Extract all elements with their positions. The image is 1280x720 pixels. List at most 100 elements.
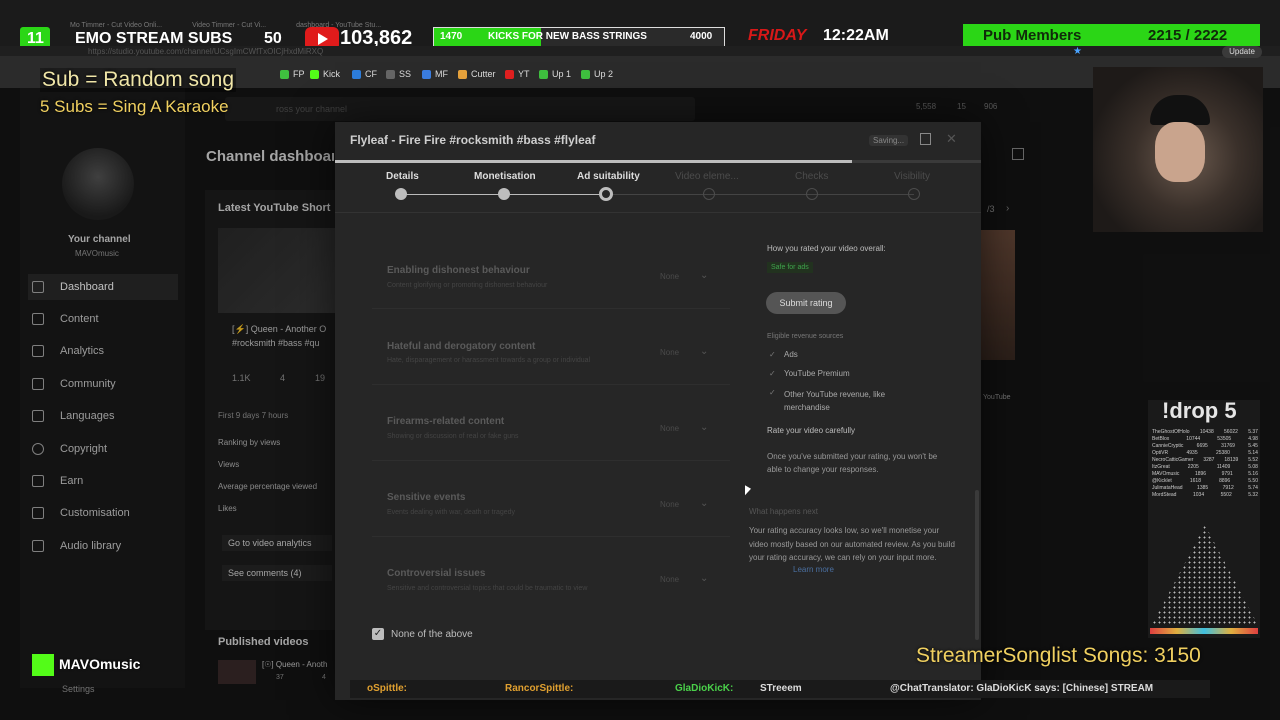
accordion-title: Sensitive events [387, 492, 466, 503]
ticker-item: STreeem [760, 683, 802, 694]
sub-karaoke: 5 Subs = Sing A Karaoke [40, 97, 229, 116]
up1-icon [539, 69, 548, 79]
rate-carefully-note: Once you've submitted your rating, you w… [767, 452, 938, 474]
ticker-item: @ChatTranslator: GlaDioKicK says: [Chine… [890, 683, 1154, 694]
accordion-value: None [660, 424, 680, 433]
bookmark-cf[interactable]: CF [352, 69, 377, 79]
leaderboard-row: MordStead 1034 5502 5.32 [1152, 492, 1258, 498]
chevron-down-icon[interactable]: ⌄ [700, 346, 708, 357]
clock: 12:22AM [823, 27, 889, 44]
songlist-counter: StreamerSonglist Songs: 3150 [916, 644, 1201, 667]
accordion-title: Firearms-related content [387, 416, 505, 427]
accordion-subtitle: Events dealing with war, death or traged… [387, 509, 516, 516]
step-details-label[interactable]: Details [386, 171, 419, 182]
accordion-title: Enabling dishonest behaviour [387, 265, 530, 276]
cutter-icon [458, 69, 467, 79]
accordion-value: None [660, 500, 680, 509]
leaderboard-row: JulimataHead 1385 7912 5.74 [1152, 485, 1258, 491]
webcam-person-face [1155, 122, 1205, 182]
step-video-elements-dot-icon[interactable] [703, 188, 715, 200]
leaderboard-row: TheGhostOfHolo 10438 56022 5.37 [1152, 429, 1258, 435]
step-checks-dot-icon[interactable] [806, 188, 818, 200]
safe-for-ads-badge: Safe for ads [767, 262, 813, 273]
modal-progress-fill [335, 160, 852, 163]
step-ad-suitability-label[interactable]: Ad suitability [577, 171, 640, 182]
modal-scrollbar[interactable] [975, 490, 979, 640]
modal-progress-bar [335, 160, 981, 163]
source-ads: Ads [784, 350, 798, 359]
none-above-checkbox[interactable]: ✓ [372, 628, 384, 640]
check-icon: ✓ [769, 369, 776, 378]
kicks-label: KICKS FOR NEW BASS STRINGS [488, 31, 647, 42]
pub-members-label: Pub Members [983, 27, 1082, 44]
step-checks-label[interactable]: Checks [795, 171, 828, 182]
source-other: Other YouTube revenue, like merchandise [784, 390, 886, 412]
day-label: FRIDAY [748, 27, 807, 44]
chevron-down-icon[interactable]: ⌄ [700, 270, 708, 281]
leaderboard-row: CannieCryptic 6695 31769 5.45 [1152, 443, 1258, 449]
drop-title: !drop 5 [1162, 398, 1237, 423]
leaderboard-row: MAVOmusic 1896 9791 5.16 [1152, 471, 1258, 477]
step-video-elements-label[interactable]: Video eleme... [675, 171, 739, 182]
accordion-title: Controversial issues [387, 568, 486, 579]
none-above-label[interactable]: None of the above [391, 629, 473, 640]
ss-icon [386, 69, 395, 79]
bookmark-fp[interactable]: FP [280, 69, 305, 79]
accordion-title: Hateful and derogatory content [387, 341, 536, 352]
bookmark-yt[interactable]: YT [505, 69, 530, 79]
streamer-name: MAVOmusic [59, 656, 141, 672]
source-premium: YouTube Premium [784, 369, 850, 378]
cf-icon [352, 69, 361, 79]
pub-members-count: 2215 / 2222 [1148, 27, 1228, 44]
plinko-buckets [1150, 628, 1258, 634]
step-ad-suitability-current-icon[interactable] [599, 187, 613, 201]
chevron-down-icon[interactable]: ⌄ [700, 422, 708, 433]
ticker-item: RancorSpittle: [505, 683, 574, 694]
bookmark-up1[interactable]: Up 1 [539, 69, 571, 79]
bookmark-mf[interactable]: MF [422, 69, 448, 79]
step-details-check-icon[interactable] [395, 188, 407, 200]
feedback-icon[interactable] [920, 133, 931, 145]
chat-ticker: oSpittle: RancorSpittle: GlaDioKicK: STr… [350, 680, 1210, 698]
address-url[interactable]: https://studio.youtube.com/channel/UCsgI… [88, 47, 323, 56]
leaderboard-row: BetBlox 10744 53505 4.98 [1152, 436, 1258, 442]
star-icon[interactable]: ★ [1073, 47, 1083, 57]
modal-title: Flyleaf - Fire Fire #rocksmith #bass #fl… [350, 133, 596, 147]
sub-random-song: Sub = Random song [40, 68, 237, 92]
ticker-item: GlaDioKicK: [675, 683, 734, 694]
bookmark-fp-icon [280, 69, 289, 79]
step-monetisation-label[interactable]: Monetisation [474, 171, 536, 182]
modal-divider [335, 212, 981, 213]
step-monetisation-check-icon[interactable] [498, 188, 510, 200]
bookmark-cutter[interactable]: Cutter [458, 69, 496, 79]
up2-icon [581, 69, 590, 79]
chevron-down-icon[interactable]: ⌄ [700, 573, 708, 584]
leaderboard-row: @Kicklet 1618 8896 5.50 [1152, 478, 1258, 484]
chevron-down-icon[interactable]: ⌄ [700, 498, 708, 509]
bookmark-ss[interactable]: SS [386, 69, 411, 79]
yt-icon [505, 69, 514, 79]
kick-icon [310, 69, 319, 79]
step-visibility-label[interactable]: Visibility [894, 171, 930, 182]
submit-rating-button[interactable]: Submit rating [766, 292, 846, 314]
accordion-value: None [660, 272, 680, 281]
leaderboard: TheGhostOfHolo 10438 56022 5.37 BetBlox 1074… [1152, 429, 1258, 499]
accordion-subtitle: Sensitive and controversial topics that … [387, 585, 588, 592]
close-icon[interactable]: ✕ [946, 131, 957, 147]
accordion-value: None [660, 348, 680, 357]
leaderboard-row: OptiVR 4935 25380 5.14 [1152, 450, 1258, 456]
step-visibility-dot-icon[interactable] [908, 188, 920, 200]
bookmark-kick[interactable]: Kick [310, 69, 340, 79]
browser-update-button[interactable]: Update [1222, 46, 1262, 58]
leaderboard-row: ItzGreat 2205 11409 5.08 [1152, 464, 1258, 470]
eligible-heading: Eligible revenue sources [767, 333, 844, 340]
accuracy-note: Your rating accuracy looks low, so we'll… [749, 526, 955, 562]
ticker-item: oSpittle: [367, 683, 407, 694]
bookmark-up2[interactable]: Up 2 [581, 69, 613, 79]
kicks-current: 1470 [440, 31, 463, 42]
accordion-subtitle: Showing or discussion of real or fake gu… [387, 433, 519, 440]
kicks-goal: 4000 [690, 31, 713, 42]
learn-more-link[interactable]: Learn more [793, 565, 834, 574]
rated-heading: How you rated your video overall: [767, 244, 886, 253]
rate-carefully-heading: Rate your video carefully [767, 426, 856, 435]
